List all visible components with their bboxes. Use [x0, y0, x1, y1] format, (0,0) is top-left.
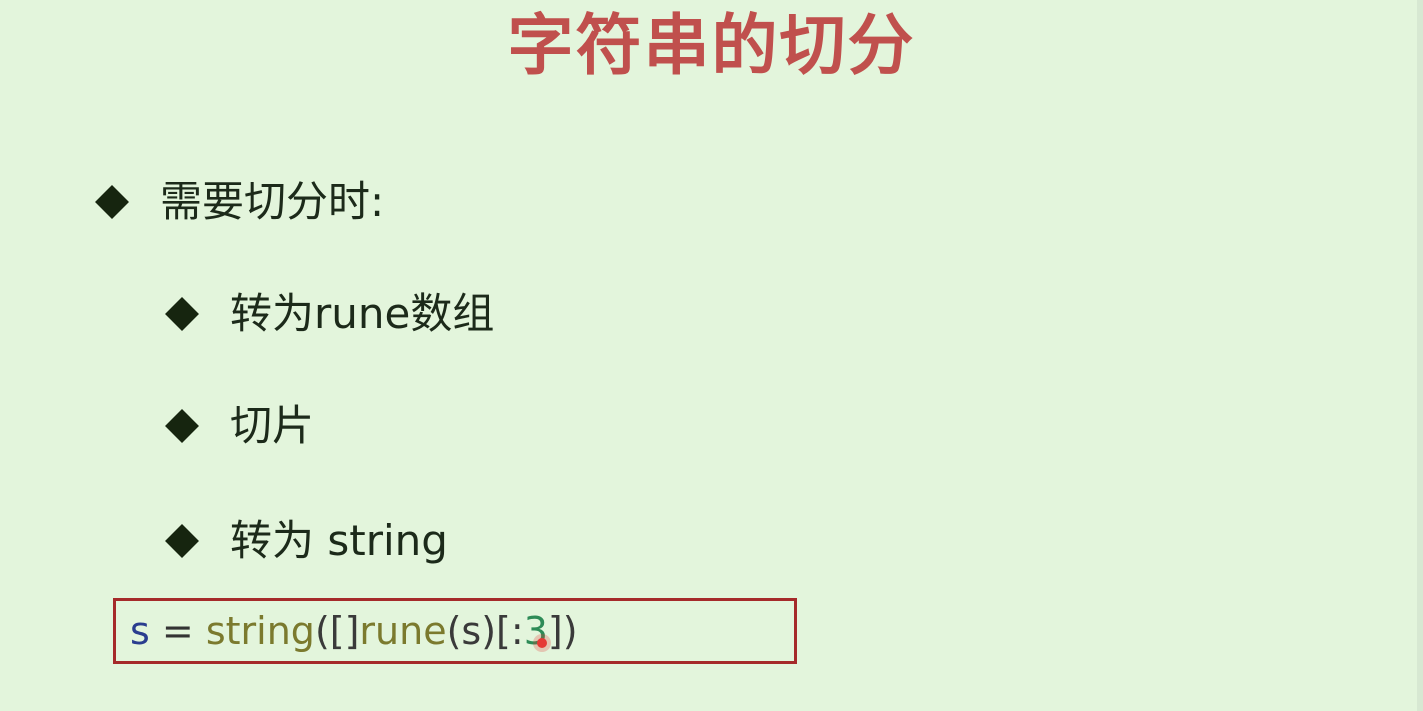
code-snippet-box: s = string ( [] rune (s) [: 3 ] ): [113, 598, 797, 664]
bullet-text: 切片: [230, 401, 315, 450]
code-operator: =: [161, 609, 194, 653]
bullet-text: 转为rune数组: [230, 289, 495, 338]
code-slice-open: [:: [496, 609, 524, 653]
pointer-cursor-icon: [537, 638, 547, 648]
bullet-item-to-string: 转为 string: [165, 515, 448, 567]
code-close-paren: ): [562, 609, 578, 653]
code-function-string: string: [205, 609, 315, 653]
bullet-item-slice: 切片: [165, 400, 315, 452]
diamond-bullet-icon: [165, 297, 199, 331]
slide-title: 字符串的切分: [507, 7, 916, 84]
bullet-text: 需要切分时:: [160, 177, 385, 226]
bullet-item-need-split: 需要切分时:: [95, 176, 385, 228]
presentation-slide: 字符串的切分 需要切分时: 转为rune数组 切片 转为 string s = …: [0, 0, 1423, 711]
diamond-bullet-icon: [165, 409, 199, 443]
diamond-bullet-icon: [165, 524, 199, 558]
slide-edge: [1417, 0, 1423, 711]
code-open-paren: (: [314, 609, 330, 653]
code-variable: s: [130, 609, 150, 653]
code-function-rune: rune: [359, 609, 447, 653]
diamond-bullet-icon: [95, 185, 129, 219]
bullet-text: 转为 string: [230, 516, 448, 565]
bullet-item-to-rune: 转为rune数组: [165, 288, 495, 340]
code-slice-type: []: [329, 609, 360, 653]
code-slice-close: ]: [547, 609, 563, 653]
code-argument: (s): [446, 609, 497, 653]
